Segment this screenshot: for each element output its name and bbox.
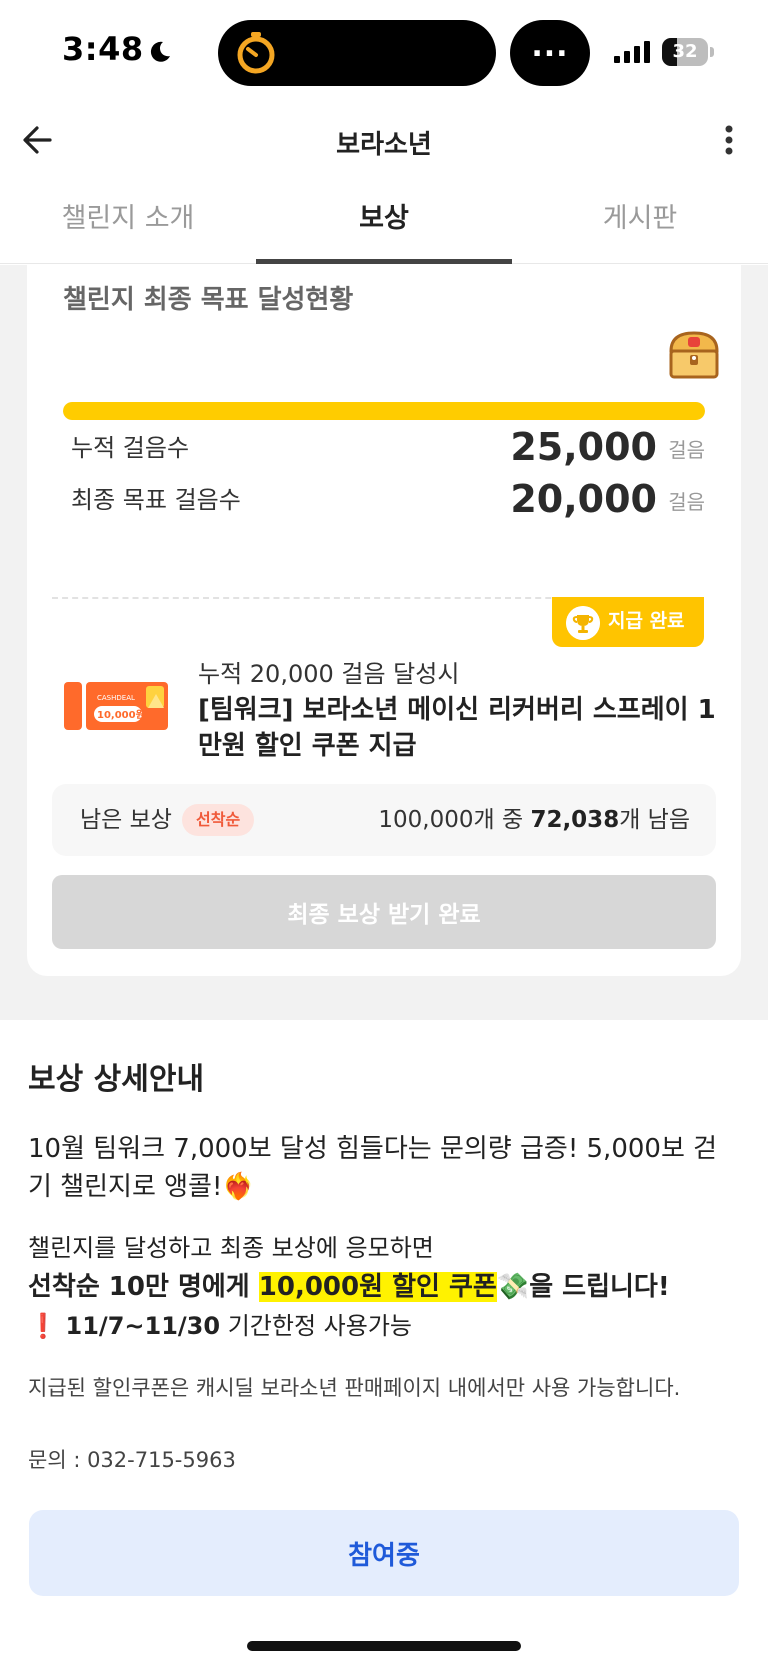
more-options-icon[interactable] [714,120,744,160]
active-tab-indicator [256,259,512,264]
card-title: 챌린지 최종 목표 달성현황 [63,285,354,315]
stat-label: 최종 목표 걸음수 [71,486,241,514]
remaining-label: 남은 보상 [80,807,172,833]
stat-unit: 걸음 [668,490,705,514]
coupon-highlight: 10,000원 할인 쿠폰 [258,1272,497,1302]
remaining-count-value: 72,038 [530,807,620,833]
app-header: 보라소년 [0,100,768,184]
battery-level: 32 [672,41,698,62]
timer-icon [237,32,275,74]
coupon-amount: 10,000원 [97,708,145,721]
accumulated-steps-row: 누적 걸음수 25,000 걸음 [71,425,705,469]
final-reward-received-button[interactable]: 최종 보상 받기 완료 [52,875,716,949]
valid-dates: 11/7~11/30 [65,1312,221,1340]
remaining-count: 100,000개 중 72,038개 남음 [378,807,690,833]
home-indicator [247,1641,521,1651]
exclamation-icon: ❗ [28,1312,58,1340]
final-goal-steps-row: 최종 목표 걸음수 20,000 걸음 [71,477,705,521]
battery-icon: 32 [662,38,714,66]
detail-paragraph-1: 10월 팀워크 7,000보 달성 힘들다는 문의량 급증! 5,000보 걷기… [28,1134,718,1202]
island-pill: ... [510,20,590,86]
detail-paragraph-4: ❗ 11/7~11/30 기간한정 사용가능 [28,1312,412,1340]
money-icon: 💸 [496,1272,530,1302]
dynamic-island [218,20,496,86]
status-time: 3:48 [62,30,144,68]
stat-unit: 걸음 [668,438,705,462]
tab-challenge-intro[interactable]: 챌린지 소개 [0,184,256,264]
page-title: 보라소년 [336,130,432,160]
participating-button[interactable]: 참여중 [29,1510,739,1596]
tab-board[interactable]: 게시판 [512,184,768,264]
goal-progress-bar [63,402,705,420]
paid-complete-badge: 지급 완료 [552,597,704,647]
usage-note: 지급된 할인쿠폰은 캐시딜 보라소년 판매페이지 내에서만 사용 가능합니다. [28,1376,681,1400]
trophy-icon [566,606,600,640]
contact-info: 문의 : 032-715-5963 [28,1448,236,1472]
moon-icon [150,41,170,62]
signal-icon [614,41,650,63]
detail-paragraph-3: 선착순 10만 명에게 10,000원 할인 쿠폰💸을 드립니다! [28,1272,670,1302]
reward-name: [팀워크] 보라소년 메이신 리커버리 스프레이 1만원 할인 쿠폰 지급 [198,695,716,761]
paid-badge-label: 지급 완료 [608,610,685,632]
first-come-badge: 선착순 [182,804,255,836]
goal-progress-fill [63,402,705,420]
coupon-brand: CASHDEAL [97,694,135,702]
tab-rewards[interactable]: 보상 [256,184,512,264]
coupon-image: CASHDEAL 10,000원 [64,682,168,730]
stat-label: 누적 걸음수 [71,434,190,462]
status-bar: 3:48 ... 32 [0,0,768,100]
tab-bar: 챌린지 소개 보상 게시판 [0,184,768,264]
reward-condition: 누적 20,000 걸음 달성시 [198,660,460,688]
remaining-rewards-box: 남은 보상 선착순 100,000개 중 72,038개 남음 [52,784,716,856]
treasure-chest-icon [669,331,719,379]
detail-title: 보상 상세안내 [28,1062,205,1097]
detail-paragraph-2: 챌린지를 달성하고 최종 보상에 응모하면 [28,1234,434,1262]
stat-value: 20,000 [510,477,657,521]
stat-value: 25,000 [510,425,657,469]
